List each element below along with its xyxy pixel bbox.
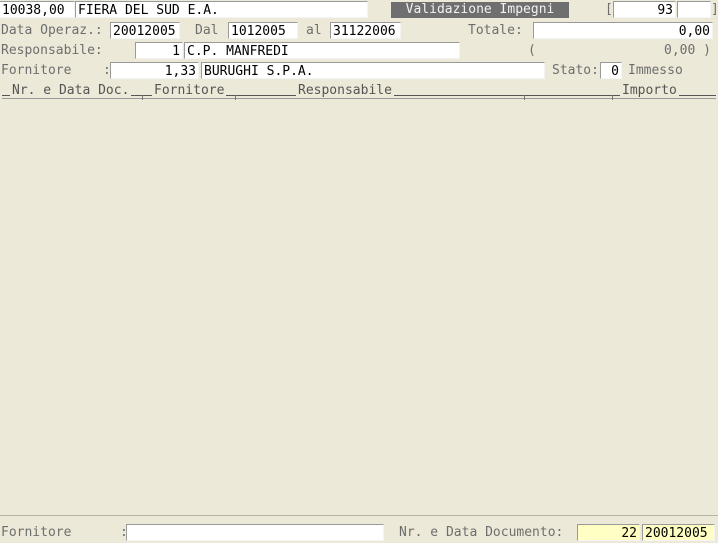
responsabile-code-field[interactable]: 1 [135, 42, 183, 59]
document-list[interactable] [0, 100, 718, 514]
column-header: Nr. e Data Doc. Fornitore Responsabile I… [2, 84, 716, 100]
stato-text: Immesso [628, 63, 683, 78]
paren-open: ( [528, 43, 536, 58]
counter-bracket-close: ] [711, 1, 718, 18]
stato-field[interactable]: 0 [600, 62, 622, 79]
column-nr-data-doc[interactable]: Nr. e Data Doc. [10, 84, 132, 98]
counter-field[interactable]: 93 [613, 1, 676, 18]
column-fornitore[interactable]: Fornitore [152, 84, 227, 98]
counter-extra-field[interactable] [677, 1, 711, 18]
al-label: al [306, 23, 322, 38]
footer-documento-label: Nr. e Data Documento: [399, 525, 564, 540]
footer-documento-date-field[interactable]: 20012005 [642, 524, 715, 541]
header-rule-lower [2, 98, 716, 99]
fornitore-name-field[interactable]: BURUGHI S.P.A. [201, 62, 545, 79]
footer-divider [0, 515, 718, 516]
paren-total-value: 0,00 ) [664, 43, 711, 58]
code-field[interactable]: 10038,00 [0, 1, 75, 18]
dal-label: Dal [195, 23, 219, 38]
stato-label: Stato: [552, 63, 599, 78]
column-importo[interactable]: Importo [620, 84, 679, 98]
totale-field[interactable]: 0,00 [533, 22, 713, 39]
responsabile-label: Responsabile: [1, 43, 103, 58]
footer-fornitore-label: Fornitore [1, 525, 72, 540]
counter-bracket-open: [ [605, 2, 613, 17]
data-operazione-field[interactable]: 20012005 [110, 22, 180, 39]
al-field[interactable]: 31122006 [330, 22, 401, 39]
footer-documento-number-field[interactable]: 22 [577, 524, 640, 541]
fornitore-code-field[interactable]: 1,33 [110, 62, 199, 79]
company-name-field[interactable]: FIERA DEL SUD E.A. [75, 1, 368, 18]
fornitore-label: Fornitore [1, 63, 72, 78]
totale-label: Totale: [468, 23, 523, 38]
column-responsabile[interactable]: Responsabile [296, 84, 394, 98]
footer-fornitore-field[interactable] [126, 524, 384, 541]
data-operazione-label: Data Operaz.: [1, 23, 103, 38]
screen-title: Validazione Impegni [391, 2, 569, 18]
dal-field[interactable]: 1012005 [228, 22, 298, 39]
responsabile-name-field[interactable]: C.P. MANFREDI [184, 42, 460, 59]
